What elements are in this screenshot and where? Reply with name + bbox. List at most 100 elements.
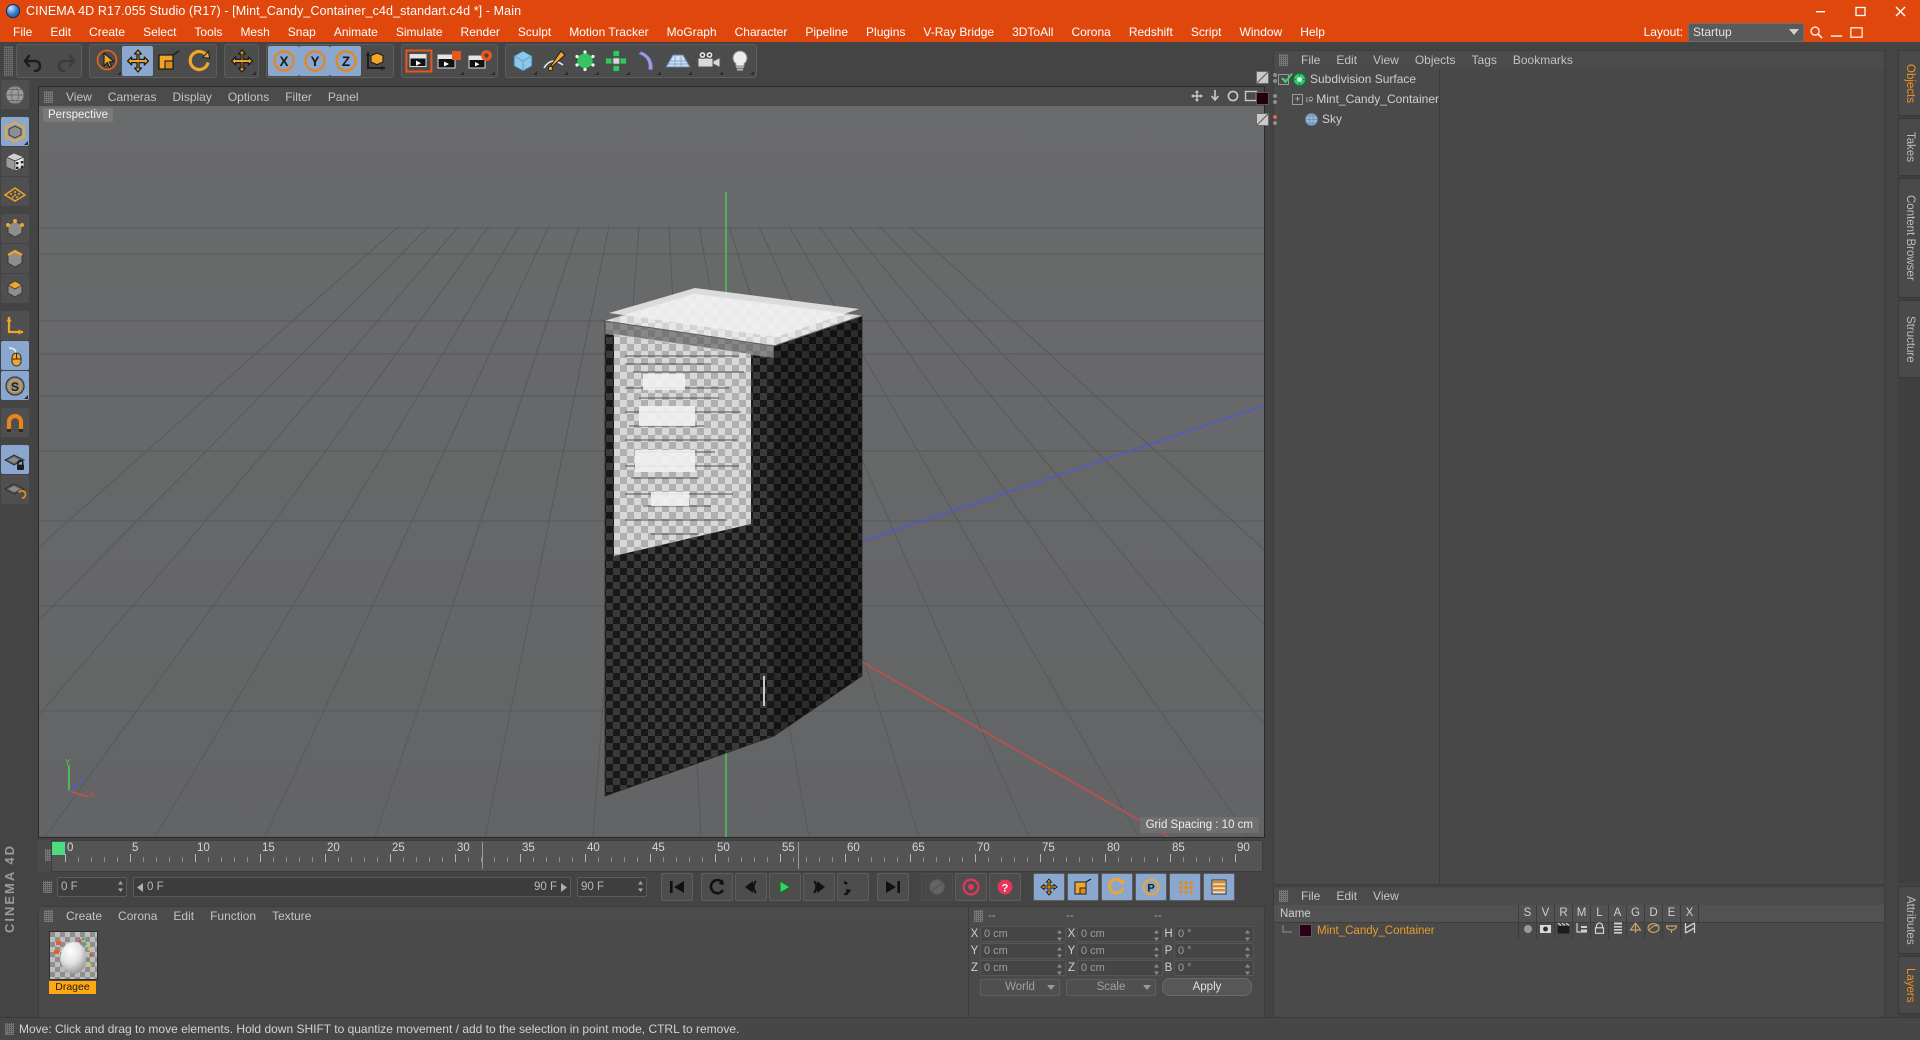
tab-objects[interactable]: Objects xyxy=(1898,50,1920,116)
expander-expand-icon[interactable]: + xyxy=(1292,93,1303,105)
menu-redshift[interactable]: Redshift xyxy=(1120,22,1182,42)
object-menu-view[interactable]: View xyxy=(1365,51,1407,69)
object-manager-tag-area[interactable] xyxy=(1439,69,1884,884)
animation-layers-button[interactable] xyxy=(1203,873,1235,901)
menu-character[interactable]: Character xyxy=(726,22,797,42)
range-right-arrow-icon[interactable] xyxy=(560,882,567,892)
menu-plugins[interactable]: Plugins xyxy=(857,22,914,42)
viewport-menu-panel[interactable]: Panel xyxy=(320,88,367,106)
polygons-mode-button[interactable] xyxy=(1,274,29,303)
viewport-menu-cameras[interactable]: Cameras xyxy=(100,88,165,106)
spinner-icon[interactable] xyxy=(1244,946,1251,959)
menu-select[interactable]: Select xyxy=(134,22,185,42)
coord-field-rot-b[interactable]: 0 ° xyxy=(1174,960,1254,976)
pla-key-button[interactable]: P xyxy=(1135,873,1167,901)
tab-attributes[interactable]: Attributes xyxy=(1898,886,1920,954)
toolbar-grip[interactable] xyxy=(4,46,13,76)
current-frame-marker[interactable] xyxy=(52,842,65,855)
edges-mode-button[interactable] xyxy=(1,244,29,273)
coordinate-system-select[interactable]: World xyxy=(980,978,1060,996)
coord-field-size-z[interactable]: 0 cm xyxy=(1077,960,1163,976)
go-to-start-button[interactable] xyxy=(661,873,693,901)
visibility-dots[interactable] xyxy=(1273,72,1277,83)
points-mode-button[interactable] xyxy=(1,214,29,243)
menu-create[interactable]: Create xyxy=(80,22,134,42)
display-tag-icon[interactable] xyxy=(1256,113,1269,126)
step-forward-button[interactable] xyxy=(803,873,835,901)
material-menu-texture[interactable]: Texture xyxy=(264,907,319,925)
workplane-mode-button[interactable] xyxy=(1,177,29,206)
spinner-icon[interactable] xyxy=(1056,946,1063,959)
viewport-menu-options[interactable]: Options xyxy=(220,88,277,106)
select-tool-button[interactable] xyxy=(91,46,122,76)
object-menu-tags[interactable]: Tags xyxy=(1464,51,1505,69)
coord-field-pos-x[interactable]: 0 cm xyxy=(980,926,1066,942)
model-mode-button[interactable] xyxy=(1,117,29,146)
scale-tool-button[interactable] xyxy=(153,46,184,76)
object-row-subdivision-surface[interactable]: − Subdivision Surface xyxy=(1274,69,1439,89)
add-cube-button[interactable] xyxy=(507,46,538,76)
tab-structure[interactable]: Structure xyxy=(1898,300,1920,378)
status-bar-grip[interactable] xyxy=(5,1023,14,1035)
timeline-playhead[interactable] xyxy=(482,842,483,869)
lock-workplane-button[interactable] xyxy=(1,445,29,474)
spinner-icon[interactable] xyxy=(1056,929,1063,942)
menu-script[interactable]: Script xyxy=(1182,22,1231,42)
layer-menu-view[interactable]: View xyxy=(1365,887,1407,905)
tab-takes[interactable]: Takes xyxy=(1898,118,1920,176)
perspective-viewport[interactable]: Perspective Grid Spacing : 10 cm Y Z X xyxy=(39,106,1264,837)
rotate-tool-button[interactable] xyxy=(184,46,215,76)
spinner-icon[interactable] xyxy=(1244,929,1251,942)
material-menu-create[interactable]: Create xyxy=(58,907,110,925)
layer-color-swatch[interactable] xyxy=(1299,924,1312,937)
object-row-mint-candy-container[interactable]: + Mint_Candy_Container xyxy=(1274,89,1439,109)
layer-col-r[interactable]: R xyxy=(1554,905,1572,922)
layer-generators-toggle[interactable] xyxy=(1626,921,1644,939)
coord-field-size-x[interactable]: 0 cm xyxy=(1077,926,1163,942)
viewport-menu-filter[interactable]: Filter xyxy=(277,88,320,106)
material-tag-icon[interactable] xyxy=(1256,92,1269,105)
layer-col-a[interactable]: A xyxy=(1608,905,1626,922)
layer-col-g[interactable]: G xyxy=(1626,905,1644,922)
search-icon[interactable] xyxy=(1809,25,1824,40)
layer-col-v[interactable]: V xyxy=(1536,905,1554,922)
coord-field-pos-y[interactable]: 0 cm xyxy=(980,943,1066,959)
transport-grip[interactable] xyxy=(43,881,52,893)
add-floor-button[interactable] xyxy=(662,46,693,76)
zoom-view-icon[interactable] xyxy=(1208,89,1222,103)
object-menu-file[interactable]: File xyxy=(1293,51,1328,69)
layer-menu-file[interactable]: File xyxy=(1293,887,1328,905)
close-button[interactable] xyxy=(1880,0,1920,22)
menu-snap[interactable]: Snap xyxy=(279,22,325,42)
coordinates-grip[interactable] xyxy=(974,910,983,922)
layer-lock-toggle[interactable] xyxy=(1590,922,1608,939)
pan-view-icon[interactable] xyxy=(1190,89,1204,103)
move-tool-button[interactable] xyxy=(122,46,153,76)
coord-field-size-y[interactable]: 0 cm xyxy=(1077,943,1163,959)
material-item[interactable]: Dragee xyxy=(49,931,98,994)
object-tree[interactable]: − Subdivision Surface + Mint_Candy_Conta… xyxy=(1274,69,1439,884)
tab-content-browser[interactable]: Content Browser xyxy=(1898,178,1920,298)
play-button[interactable] xyxy=(769,873,801,901)
menu-render[interactable]: Render xyxy=(452,22,509,42)
coord-field-rot-h[interactable]: 0 ° xyxy=(1174,926,1254,942)
viewport-menu-view[interactable]: View xyxy=(58,88,100,106)
layer-expressions-toggle[interactable] xyxy=(1662,922,1680,939)
material-menu-edit[interactable]: Edit xyxy=(165,907,202,925)
layer-row[interactable]: Mint_Candy_Container xyxy=(1274,921,1884,939)
menu-help[interactable]: Help xyxy=(1291,22,1334,42)
layer-solo-toggle[interactable] xyxy=(1518,922,1536,939)
spinner-icon[interactable] xyxy=(117,880,124,893)
layer-col-m[interactable]: M xyxy=(1572,905,1590,922)
object-menu-objects[interactable]: Objects xyxy=(1407,51,1464,69)
layer-manager-toggle[interactable] xyxy=(1572,922,1590,939)
layer-visible-toggle[interactable] xyxy=(1536,922,1554,939)
texture-mode-button[interactable] xyxy=(1,147,29,176)
render-view-button[interactable] xyxy=(403,46,434,76)
add-camera-button[interactable] xyxy=(693,46,724,76)
viewport-menu-display[interactable]: Display xyxy=(164,88,219,106)
layer-render-toggle[interactable] xyxy=(1554,922,1572,939)
coord-field-rot-p[interactable]: 0 ° xyxy=(1174,943,1254,959)
previous-keyframe-button[interactable] xyxy=(701,873,733,901)
z-axis-lock-button[interactable]: Z xyxy=(330,46,361,76)
